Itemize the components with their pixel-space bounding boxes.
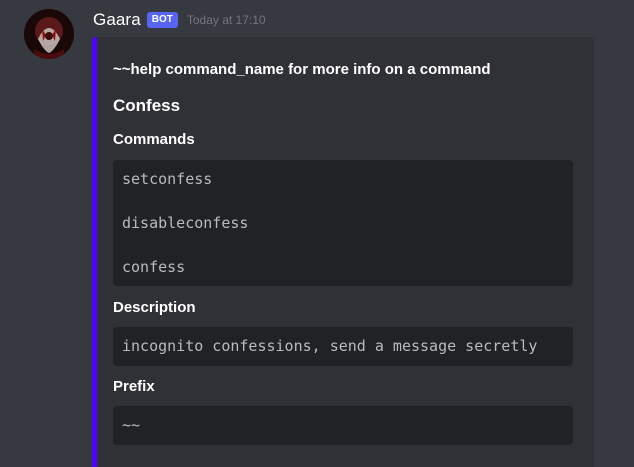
bot-badge: BOT <box>146 12 178 28</box>
avatar-image-icon <box>24 9 74 59</box>
username[interactable]: Gaara <box>93 10 141 30</box>
field-name-description: Description <box>113 299 196 316</box>
codeblock-description: incognito confessions, send a message se… <box>113 327 573 366</box>
avatar[interactable] <box>24 9 74 59</box>
chat-message: Gaara BOT Today at 17:10 ~~help command_… <box>0 0 634 467</box>
codeblock-commands: setconfess disableconfess confess <box>113 160 573 286</box>
code-line: confess <box>122 258 186 276</box>
embed: ~~help command_name for more info on a c… <box>92 37 594 467</box>
field-name-commands: Commands <box>113 131 195 148</box>
embed-description: ~~help command_name for more info on a c… <box>113 61 491 78</box>
field-name-prefix: Prefix <box>113 378 155 395</box>
code-line: setconfess <box>122 170 213 188</box>
timestamp: Today at 17:10 <box>186 13 266 27</box>
embed-title: Confess <box>113 96 181 115</box>
code-line: disableconfess <box>122 214 249 232</box>
code-line: ~~ <box>122 416 141 434</box>
codeblock-prefix: ~~ <box>113 406 573 445</box>
message-header: Gaara BOT Today at 17:10 <box>93 9 266 31</box>
code-line: incognito confessions, send a message se… <box>122 337 538 355</box>
